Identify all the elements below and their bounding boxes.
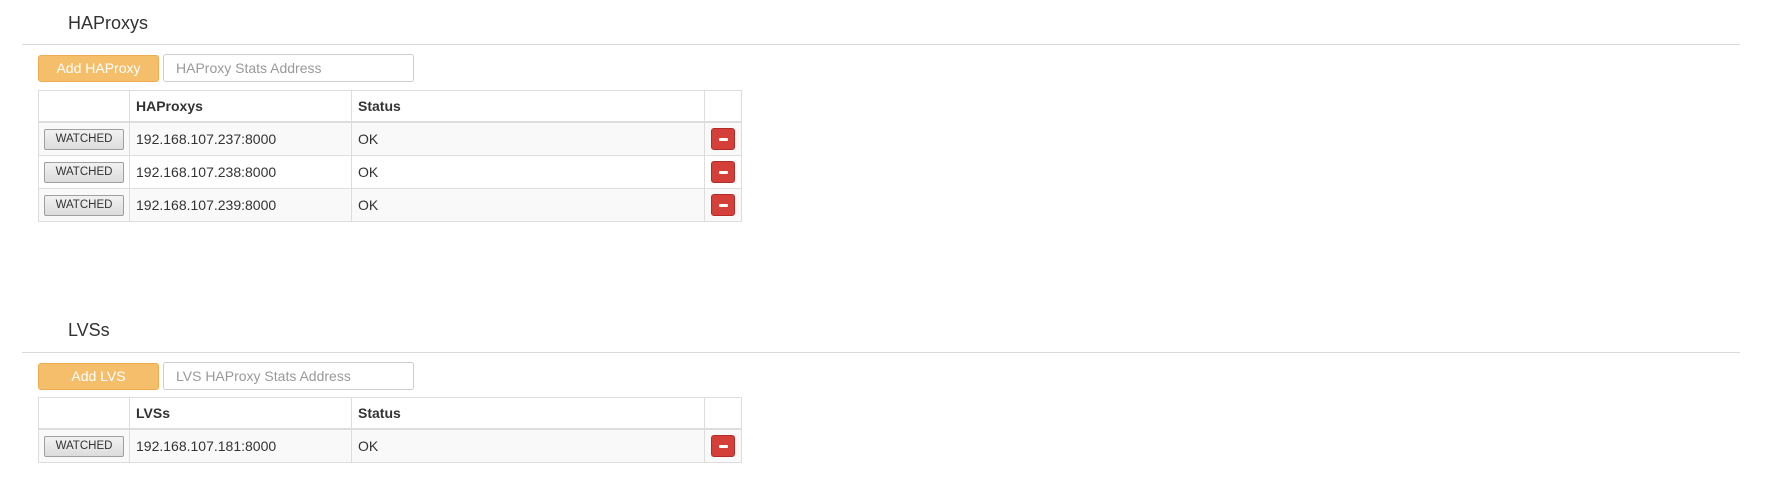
watched-button[interactable]: WATCHED [44, 161, 124, 183]
remove-button[interactable] [711, 128, 735, 150]
table-row: WATCHED 192.168.107.237:8000 OK [38, 121, 742, 156]
column-header-watch [38, 397, 130, 430]
haproxys-table: HAProxys Status WATCHED 192.168.107.237:… [38, 90, 742, 222]
action-cell [704, 155, 742, 189]
watch-cell: WATCHED [38, 188, 130, 222]
column-header-actions [704, 90, 742, 123]
status-cell: OK [351, 188, 705, 222]
address-cell: 192.168.107.181:8000 [129, 428, 352, 463]
address-cell: 192.168.107.238:8000 [129, 155, 352, 189]
table-row: WATCHED 192.168.107.239:8000 OK [38, 188, 742, 222]
haproxys-title: HAProxys [68, 13, 149, 33]
add-haproxy-button[interactable]: Add HAProxy [38, 55, 159, 82]
table-row: WATCHED 192.168.107.238:8000 OK [38, 155, 742, 189]
column-header-lvss: LVSs [129, 397, 352, 430]
section-divider [22, 352, 1740, 353]
watch-cell: WATCHED [38, 428, 130, 463]
status-cell: OK [351, 155, 705, 189]
column-header-watch [38, 90, 130, 123]
address-cell: 192.168.107.239:8000 [129, 188, 352, 222]
watched-button[interactable]: WATCHED [44, 128, 124, 150]
status-cell: OK [351, 428, 705, 463]
minus-icon [719, 138, 728, 141]
lvs-haproxy-stats-address-input[interactable] [163, 362, 414, 390]
minus-icon [719, 204, 728, 207]
add-lvs-button[interactable]: Add LVS [38, 363, 159, 390]
table-row: WATCHED 192.168.107.181:8000 OK [38, 428, 742, 463]
remove-button[interactable] [711, 435, 735, 457]
column-header-actions [704, 397, 742, 430]
remove-button[interactable] [711, 161, 735, 183]
action-cell [704, 121, 742, 156]
watch-cell: WATCHED [38, 121, 130, 156]
watched-button[interactable]: WATCHED [44, 435, 124, 457]
column-header-status: Status [351, 90, 705, 123]
column-header-status: Status [351, 397, 705, 430]
table-header-row: LVSs Status [38, 397, 742, 430]
haproxy-stats-address-input[interactable] [163, 54, 414, 82]
minus-icon [719, 445, 728, 448]
address-cell: 192.168.107.237:8000 [129, 121, 352, 156]
status-cell: OK [351, 121, 705, 156]
section-divider [22, 44, 1740, 45]
lvss-title: LVSs [68, 320, 110, 340]
watched-button[interactable]: WATCHED [44, 194, 124, 216]
remove-button[interactable] [711, 194, 735, 216]
action-cell [704, 188, 742, 222]
action-cell [704, 428, 742, 463]
column-header-haproxys: HAProxys [129, 90, 352, 123]
minus-icon [719, 171, 728, 174]
table-header-row: HAProxys Status [38, 90, 742, 123]
watch-cell: WATCHED [38, 155, 130, 189]
lvss-table: LVSs Status WATCHED 192.168.107.181:8000… [38, 397, 742, 463]
